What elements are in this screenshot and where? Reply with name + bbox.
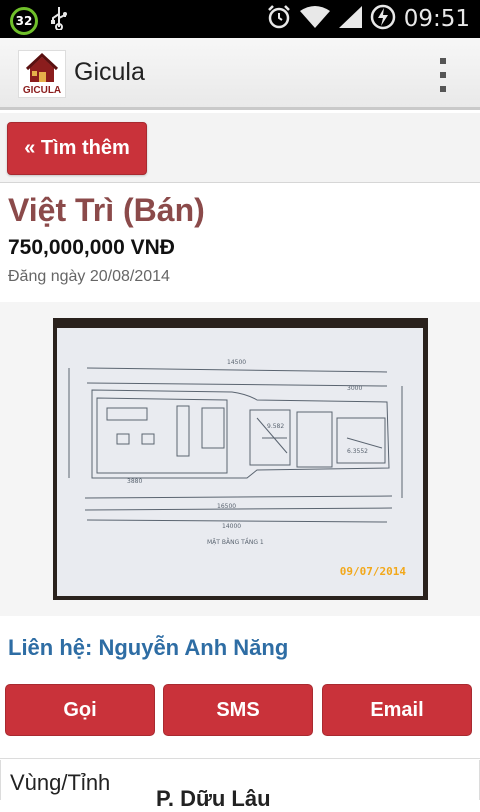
svg-text:MẶT BẰNG TẦNG 1: MẶT BẰNG TẦNG 1 (207, 538, 264, 546)
svg-text:6.3552: 6.3552 (347, 448, 368, 455)
listing-title: Việt Trì (Bán) (8, 192, 205, 228)
back-search-more-button[interactable]: « Tìm thêm (7, 122, 147, 175)
call-button[interactable]: Gọi (5, 684, 155, 736)
app-title: Gicula (74, 58, 145, 86)
svg-text:3880: 3880 (127, 478, 142, 485)
overflow-menu-icon[interactable] (436, 58, 450, 92)
listing-post-date: Đăng ngày 20/08/2014 (8, 268, 170, 285)
status-bar: 32 09:51 (0, 0, 480, 38)
svg-text:3000: 3000 (347, 385, 362, 392)
contact-actions: Gọi SMS Email (0, 684, 480, 738)
alarm-icon (266, 4, 292, 35)
email-button[interactable]: Email (322, 684, 472, 736)
wifi-icon (299, 5, 330, 34)
logo-text: GICULA (22, 85, 62, 96)
region-label: Vùng/Tỉnh (10, 770, 111, 795)
app-logo[interactable]: GICULA (18, 50, 66, 98)
listing-price: 750,000,000 VNĐ (8, 236, 175, 259)
svg-text:14500: 14500 (227, 359, 246, 366)
contact-name-link[interactable]: Liên hệ: Nguyễn Anh Năng (8, 635, 288, 661)
photo-date-stamp: 09/07/2014 (339, 565, 406, 578)
photo-frame: 14500 16500 14000 3000 3880 9.582 6.3552… (0, 302, 480, 616)
battery-charging-icon (370, 4, 396, 35)
house-icon (25, 52, 59, 82)
usb-icon (50, 6, 68, 35)
action-bar: GICULA Gicula (0, 38, 480, 110)
svg-text:14000: 14000 (222, 523, 241, 530)
region-value: P. Dữu Lâu (156, 786, 271, 811)
top-nav-section: « Tìm thêm (0, 113, 480, 183)
signal-icon (338, 5, 362, 34)
details-row-region: Vùng/Tỉnh P. Dữu Lâu (0, 760, 480, 811)
sms-button[interactable]: SMS (163, 684, 313, 736)
floor-plan-drawing: 14500 16500 14000 3000 3880 9.582 6.3552… (68, 359, 403, 546)
floor-plan-photo[interactable]: 14500 16500 14000 3000 3880 9.582 6.3552… (53, 318, 428, 600)
details-divider (0, 758, 480, 759)
notification-count-badge: 32 (10, 6, 38, 35)
svg-text:9.582: 9.582 (267, 423, 284, 430)
clock: 09:51 (403, 6, 470, 32)
svg-text:16500: 16500 (217, 503, 236, 510)
